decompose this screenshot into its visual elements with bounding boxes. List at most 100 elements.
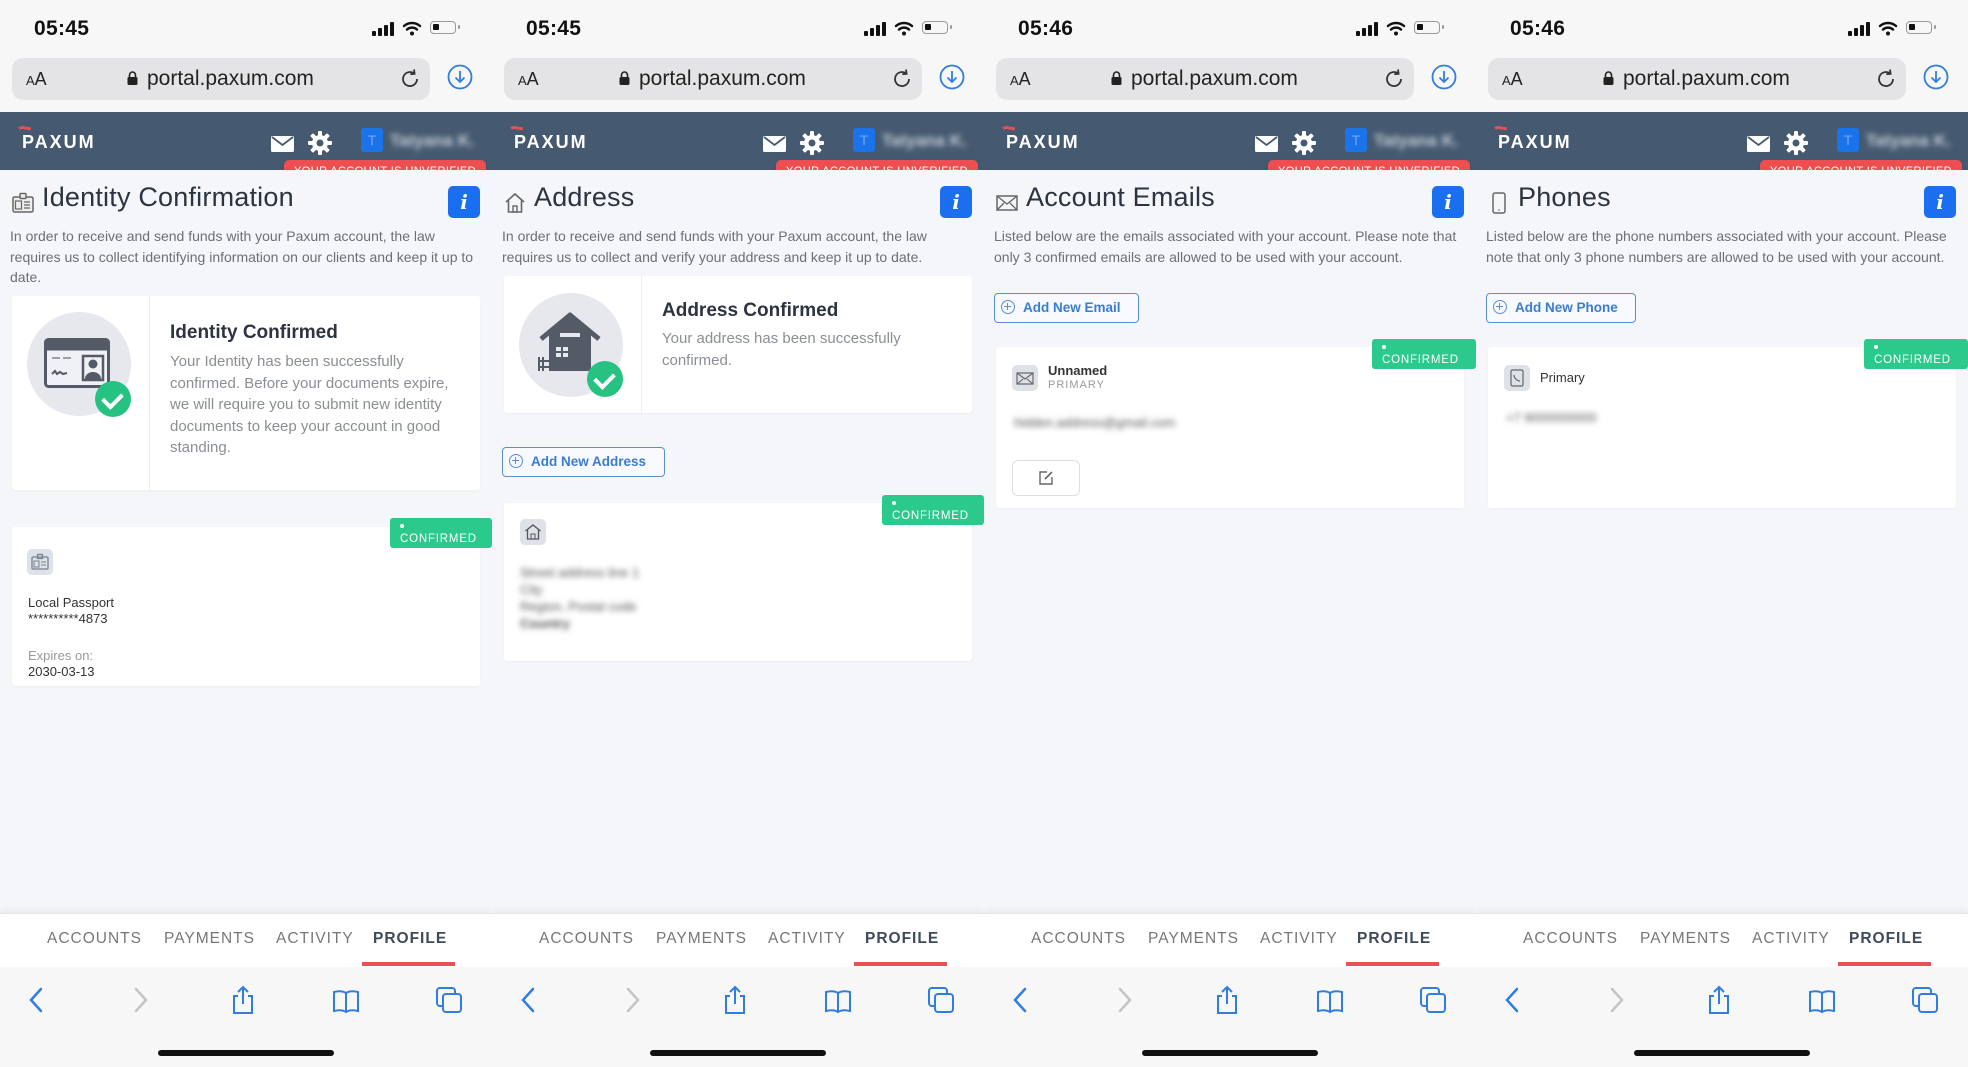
reload-icon[interactable] <box>1874 67 1898 91</box>
status-time: 05:46 <box>1018 17 1074 40</box>
tab-accounts[interactable]: ACCOUNTS <box>1523 930 1618 948</box>
tabs-icon[interactable] <box>434 985 464 1015</box>
tab-payments[interactable]: PAYMENTS <box>1148 930 1239 948</box>
gear-icon[interactable] <box>1783 130 1809 156</box>
tab-payments[interactable]: PAYMENTS <box>656 930 747 948</box>
text-size-button[interactable]: AA <box>26 69 47 90</box>
share-icon[interactable] <box>1212 985 1242 1015</box>
add-new-email-button[interactable]: Add New Email <box>994 293 1139 323</box>
url-text[interactable]: portal.paxum.com <box>147 67 314 91</box>
tab-profile[interactable]: PROFILE <box>373 930 447 948</box>
tab-payments[interactable]: PAYMENTS <box>1640 930 1731 948</box>
text-size-button[interactable]: AA <box>518 69 539 90</box>
active-tab-indicator <box>854 962 947 966</box>
browser-toolbar <box>984 967 1476 1067</box>
reload-icon[interactable] <box>890 67 914 91</box>
tabs-icon[interactable] <box>1418 985 1448 1015</box>
bookmarks-icon[interactable] <box>1315 985 1345 1015</box>
forward-icon[interactable] <box>1109 985 1139 1015</box>
tab-activity[interactable]: ACTIVITY <box>768 930 846 948</box>
share-icon[interactable] <box>720 985 750 1015</box>
bookmarks-icon[interactable] <box>823 985 853 1015</box>
edit-email-button[interactable] <box>1012 460 1080 496</box>
active-tab-indicator <box>362 962 455 966</box>
phone-icon <box>1504 365 1530 391</box>
lock-icon <box>1111 71 1122 85</box>
bookmarks-icon[interactable] <box>331 985 361 1015</box>
gear-icon[interactable] <box>307 130 333 156</box>
user-name[interactable]: Tatyana K. <box>390 131 475 151</box>
address-line-4: Country <box>520 616 570 631</box>
tab-accounts[interactable]: ACCOUNTS <box>539 930 634 948</box>
download-icon[interactable] <box>1923 64 1949 90</box>
mail-icon[interactable] <box>763 136 786 152</box>
confirmed-badge: CONFIRMED <box>390 518 492 548</box>
reload-icon[interactable] <box>1382 67 1406 91</box>
address-bar[interactable]: AA portal.paxum.com <box>12 58 430 100</box>
back-icon[interactable] <box>514 985 544 1015</box>
share-icon[interactable] <box>228 985 258 1015</box>
forward-icon[interactable] <box>125 985 155 1015</box>
info-button[interactable]: i <box>940 186 972 218</box>
paxum-logo[interactable]: PAXUM <box>1498 132 1572 153</box>
url-text[interactable]: portal.paxum.com <box>1131 67 1298 91</box>
plus-circle-icon <box>1493 300 1507 314</box>
text-size-button[interactable]: AA <box>1010 69 1031 90</box>
tab-activity[interactable]: ACTIVITY <box>276 930 354 948</box>
paxum-logo[interactable]: PAXUM <box>1006 132 1080 153</box>
info-button[interactable]: i <box>1924 186 1956 218</box>
mail-icon[interactable] <box>1747 136 1770 152</box>
address-line-1: Street address line 1 <box>520 565 640 580</box>
tab-profile[interactable]: PROFILE <box>1357 930 1431 948</box>
user-name[interactable]: Tatyana K. <box>1374 131 1459 151</box>
user-avatar[interactable]: T <box>361 128 383 152</box>
download-icon[interactable] <box>939 64 965 90</box>
mail-icon[interactable] <box>271 136 294 152</box>
gear-icon[interactable] <box>1291 130 1317 156</box>
url-text[interactable]: portal.paxum.com <box>1623 67 1790 91</box>
forward-icon[interactable] <box>1601 985 1631 1015</box>
user-avatar[interactable]: T <box>1345 128 1367 152</box>
tab-payments[interactable]: PAYMENTS <box>164 930 255 948</box>
share-icon[interactable] <box>1704 985 1734 1015</box>
url-text[interactable]: portal.paxum.com <box>639 67 806 91</box>
address-bar[interactable]: AA portal.paxum.com <box>996 58 1414 100</box>
bookmarks-icon[interactable] <box>1807 985 1837 1015</box>
browser-address-row: AA portal.paxum.com <box>984 56 1476 113</box>
tab-profile[interactable]: PROFILE <box>865 930 939 948</box>
tabs-icon[interactable] <box>926 985 956 1015</box>
back-icon[interactable] <box>1006 985 1036 1015</box>
user-avatar[interactable]: T <box>853 128 875 152</box>
tabs-icon[interactable] <box>1910 985 1940 1015</box>
reload-icon[interactable] <box>398 67 422 91</box>
info-button[interactable]: i <box>448 186 480 218</box>
forward-icon[interactable] <box>617 985 647 1015</box>
mail-icon[interactable] <box>1255 136 1278 152</box>
add-new-phone-button[interactable]: Add New Phone <box>1486 293 1636 323</box>
back-icon[interactable] <box>22 985 52 1015</box>
paxum-logo[interactable]: PAXUM <box>22 132 96 153</box>
user-name[interactable]: Tatyana K. <box>1866 131 1951 151</box>
info-button[interactable]: i <box>1432 186 1464 218</box>
download-icon[interactable] <box>1431 64 1457 90</box>
plus-circle-icon <box>1001 300 1015 314</box>
user-avatar[interactable]: T <box>1837 128 1859 152</box>
download-icon[interactable] <box>447 64 473 90</box>
add-new-phone-label: Add New Phone <box>1515 300 1618 315</box>
tab-activity[interactable]: ACTIVITY <box>1260 930 1338 948</box>
tab-accounts[interactable]: ACCOUNTS <box>1031 930 1126 948</box>
add-new-address-button[interactable]: Add New Address <box>502 447 665 477</box>
text-size-button[interactable]: AA <box>1502 69 1523 90</box>
add-new-address-label: Add New Address <box>531 454 647 469</box>
address-bar[interactable]: AA portal.paxum.com <box>1488 58 1906 100</box>
tab-activity[interactable]: ACTIVITY <box>1752 930 1830 948</box>
tab-accounts[interactable]: ACCOUNTS <box>47 930 142 948</box>
document-card: Local Passport **********4873 Expires on… <box>12 527 480 686</box>
gear-icon[interactable] <box>799 130 825 156</box>
paxum-logo[interactable]: PAXUM <box>514 132 588 153</box>
tab-profile[interactable]: PROFILE <box>1849 930 1923 948</box>
back-icon[interactable] <box>1498 985 1528 1015</box>
address-bar[interactable]: AA portal.paxum.com <box>504 58 922 100</box>
identity-status-card: Identity Confirmed Your Identity has bee… <box>12 296 480 490</box>
user-name[interactable]: Tatyana K. <box>882 131 967 151</box>
